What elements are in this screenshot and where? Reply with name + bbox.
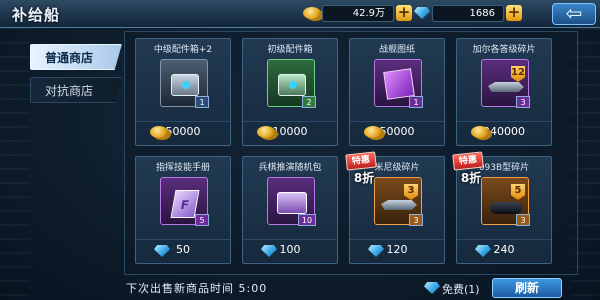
item-level: 10	[298, 214, 316, 226]
shop-item[interactable]: 中级配件箱+2 1 50000	[135, 38, 231, 146]
shard-badge: 3	[404, 184, 418, 200]
add-gold-button[interactable]: +	[396, 5, 412, 21]
item-name: 初级配件箱	[267, 45, 313, 55]
blueprint-icon: 1	[374, 59, 423, 108]
gold-coin-icon	[303, 7, 321, 19]
item-name: 战舰图纸	[378, 45, 415, 55]
warship-icon: 12 3	[481, 59, 530, 108]
top-bar: 补给船 42.9万 + 1686 + ⇦	[0, 0, 600, 28]
submarine-icon: 5 3	[481, 177, 530, 226]
item-level: 2	[302, 96, 316, 108]
free-refresh-count: 免费(1)	[442, 283, 480, 296]
diamond-counter: 1686	[432, 5, 504, 22]
item-price: 120	[350, 239, 444, 259]
shard-badge: 5	[511, 184, 525, 200]
add-diamond-button[interactable]: +	[506, 5, 522, 21]
item-price: 50000	[136, 121, 230, 141]
item-name: 兵棋推演随机包	[258, 163, 322, 173]
item-grid: 中级配件箱+2 1 50000 初级配件箱 2 10000 战舰图纸 1 500…	[124, 31, 578, 275]
diamond-icon	[475, 245, 491, 257]
gold-coin-icon	[364, 126, 382, 138]
sale-tag: 特惠	[345, 151, 377, 171]
tab-normal-shop[interactable]: 普通商店	[30, 44, 122, 70]
item-level: 1	[409, 96, 423, 108]
shop-item[interactable]: 指挥技能手册 F 5 50	[135, 156, 231, 264]
shop-item[interactable]: 093B型碎片 5 3 特惠 8折 240	[452, 151, 552, 264]
item-name: 中级配件箱+2	[153, 45, 213, 55]
shop-item[interactable]: 米尼级碎片 3 3 特惠 8折 120	[345, 151, 445, 264]
item-level: 3	[516, 214, 530, 226]
parts-box-icon: 1	[160, 59, 209, 108]
tab-pvp-shop[interactable]: 对抗商店	[30, 77, 122, 103]
gold-coin-icon	[257, 126, 275, 138]
sale-tag: 特惠	[452, 151, 484, 171]
gold-counter: 42.9万	[322, 5, 394, 22]
page-title: 补给船	[12, 6, 61, 24]
chest-icon: 10	[267, 177, 316, 226]
shop-item[interactable]: 战舰图纸 1 50000	[349, 38, 445, 146]
item-price: 100	[243, 239, 337, 259]
diamond-icon	[261, 245, 277, 257]
item-level: 3	[516, 96, 530, 108]
item-price: 10000	[243, 121, 337, 141]
discount-label: 8折	[353, 171, 375, 185]
discount-label: 8折	[460, 171, 482, 185]
item-level: 1	[195, 96, 209, 108]
item-name: 加尔各答级碎片	[472, 45, 536, 55]
refresh-button[interactable]: 刷新	[492, 278, 562, 298]
shard-badge: 12	[511, 66, 525, 82]
item-name: 指挥技能手册	[155, 163, 210, 173]
shop-item[interactable]: 兵棋推演随机包 10 100	[242, 156, 338, 264]
shop-item[interactable]: 加尔各答级碎片 12 3 240000	[456, 38, 552, 146]
diamond-icon	[154, 245, 170, 257]
skill-book-icon: F 5	[160, 177, 209, 226]
warship-icon: 3 3	[374, 177, 423, 226]
diamond-icon	[424, 282, 440, 294]
item-level: 3	[409, 214, 423, 226]
item-price: 50000	[350, 121, 444, 141]
footer-bar: 下次出售新商品时间 5:00 免费(1) 刷新	[124, 278, 578, 298]
back-button[interactable]: ⇦	[552, 3, 596, 25]
item-price: 50	[136, 239, 230, 259]
parts-box-icon: 2	[267, 59, 316, 108]
gold-coin-icon	[150, 126, 168, 138]
item-level: 5	[195, 214, 209, 226]
restock-timer: 下次出售新商品时间 5:00	[126, 282, 268, 295]
shop-tabs: 普通商店 对抗商店	[30, 44, 122, 110]
item-price: 240000	[457, 121, 551, 141]
item-price: 240	[457, 239, 551, 259]
diamond-icon	[368, 245, 384, 257]
diamond-icon	[414, 7, 430, 19]
gold-coin-icon	[471, 126, 489, 138]
shop-item[interactable]: 初级配件箱 2 10000	[242, 38, 338, 146]
